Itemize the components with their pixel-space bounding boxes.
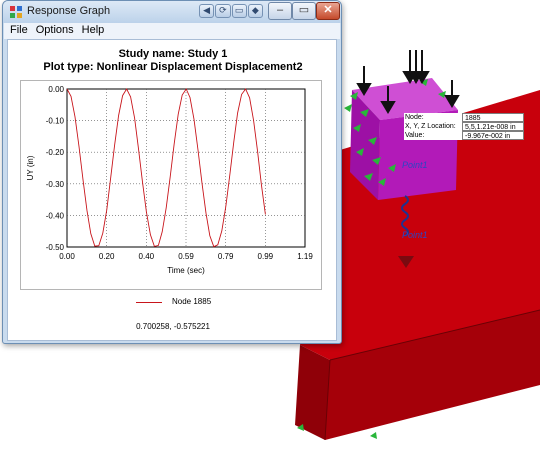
layout-button[interactable]: ▭ [231, 4, 247, 18]
close-button[interactable]: ✕ [316, 2, 340, 20]
tooltip-row-location: X, Y, Z Location: 5,5,1.21e-008 in [404, 122, 524, 131]
response-chart[interactable]: 0.00 0.20 0.40 0.59 0.79 0.99 1.19 0.00 -0.10 -0.… [21, 81, 321, 289]
y-tick-label: -0.10 [46, 117, 65, 126]
tooltip-key: X, Y, Z Location: [404, 122, 462, 131]
x-tick-label: 0.00 [59, 252, 75, 261]
legend-label: Node 1885 [172, 297, 212, 306]
quick-access-buttons: ◀ ⟳ ▭ ◆ [199, 4, 263, 18]
node-probe-tooltip: Node: 1885 X, Y, Z Location: 5,5,1.21e-0… [404, 113, 524, 140]
x-tick-label: 0.79 [218, 252, 234, 261]
plot-type-title: Plot type: Nonlinear Displacement Displa… [43, 61, 303, 73]
study-name-title: Study name: Study 1 [118, 48, 228, 60]
cursor-readout: 0.700258, -0.575221 [136, 322, 210, 331]
window-title: Response Graph [27, 5, 111, 17]
slab-left-face [295, 345, 330, 440]
tooltip-value: 5,5,1.21e-008 in [462, 122, 524, 131]
pin-button[interactable]: ◆ [247, 4, 263, 18]
tooltip-row-node: Node: 1885 [404, 113, 524, 122]
point-label-lower: Point1 [402, 230, 428, 240]
x-tick-label: 0.20 [99, 252, 115, 261]
y-tick-label: -0.30 [46, 180, 65, 189]
y-tick-label: 0.00 [48, 85, 64, 94]
x-tick-label: 0.59 [178, 252, 194, 261]
y-tick-label: -0.40 [46, 211, 65, 220]
point-label-upper: Point1 [402, 160, 428, 170]
menu-help[interactable]: Help [82, 23, 105, 39]
legend: Node 1885 [8, 296, 338, 310]
y-axis-label: UY (in) [26, 155, 35, 180]
x-tick-label: 0.40 [139, 252, 155, 261]
title-bar[interactable]: Response Graph ◀ ⟳ ▭ ◆ – ▭ ✕ [3, 1, 341, 23]
tooltip-key: Node: [404, 113, 462, 122]
x-tick-label: 1.19 [297, 252, 313, 261]
x-tick-label: 0.99 [258, 252, 274, 261]
x-axis-label: Time (sec) [167, 266, 205, 275]
graph-client-area: Study name: Study 1 Plot type: Nonlinear… [7, 39, 337, 341]
y-tick-label: -0.50 [46, 243, 65, 252]
tooltip-value: -9.967e-002 in [462, 131, 524, 140]
y-tick-label: -0.20 [46, 148, 65, 157]
refresh-button[interactable]: ⟳ [215, 4, 231, 18]
tooltip-key: Value: [404, 131, 462, 140]
response-graph-window[interactable]: Response Graph ◀ ⟳ ▭ ◆ – ▭ ✕ File Option… [2, 0, 342, 344]
app-icon [10, 6, 22, 18]
plot-frame: 0.00 0.20 0.40 0.59 0.79 0.99 1.19 0.00 -0.10 -0.… [20, 80, 322, 290]
tooltip-row-value: Value: -9.967e-002 in [404, 131, 524, 140]
tooltip-value: 1885 [462, 113, 524, 122]
back-button[interactable]: ◀ [199, 4, 215, 18]
menu-file[interactable]: File [10, 23, 28, 39]
menu-bar: File Options Help [4, 23, 340, 39]
legend-swatch [136, 302, 162, 303]
menu-options[interactable]: Options [36, 23, 74, 39]
maximize-button[interactable]: ▭ [292, 2, 316, 20]
minimize-button[interactable]: – [268, 2, 292, 20]
